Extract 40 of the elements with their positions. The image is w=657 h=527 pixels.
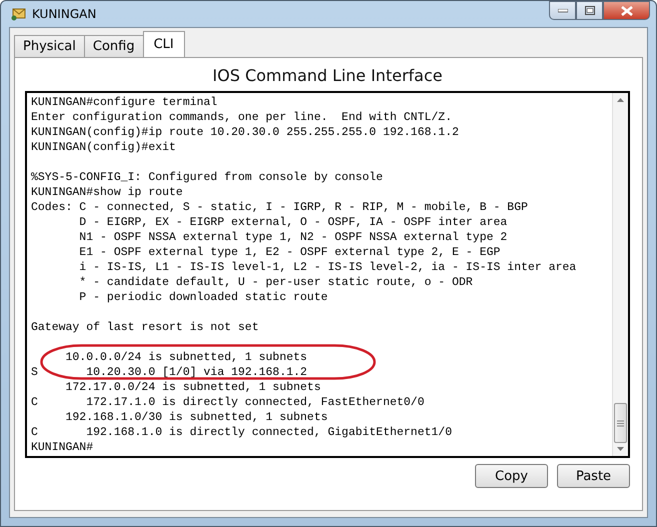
panel-heading: IOS Command Line Interface: [212, 65, 444, 87]
action-button[interactable]: Paste: [557, 464, 630, 488]
window-title: KUNINGAN: [32, 7, 96, 21]
terminal-line: 10.0.0.0/24 is subnetted, 1 subnets: [64, 350, 308, 365]
terminal-line: KUNINGAN#configure terminal: [31, 95, 218, 110]
terminal-line: %SYS-5-CONFIG_I: Configured from console by console: [31, 170, 384, 185]
action-button[interactable]: Copy: [475, 464, 548, 488]
terminal-line: N1 - OSPF NSSA external type 1, N2 - OSPF NSSA external type 2: [78, 230, 508, 245]
terminal-line: i - IS-IS, L1 - IS-IS level-1, L2 - IS-IS level-2, ia - IS-IS inter area: [78, 260, 578, 275]
terminal-line: KUNINGAN#show ip route: [31, 185, 184, 200]
scrollbar-thumb[interactable]: [614, 403, 627, 443]
terminal-line: P - periodic downloaded static route: [78, 290, 329, 305]
close-button[interactable]: [603, 1, 650, 20]
scroll-up-icon: [617, 98, 624, 102]
grip-icon: [617, 420, 624, 426]
terminal-line: Enter configuration commands, one per line. End with CNTL/Z.: [31, 110, 453, 125]
terminal-line: 192.168.1.0/30 is subnetted, 1 subnets: [64, 410, 329, 425]
minimize-icon: [558, 8, 568, 12]
terminal-line: 172.17.0.0/24 is subnetted, 1 subnets: [64, 380, 322, 395]
terminal-line: Gateway of last resort is not set: [31, 320, 260, 335]
minimize-button[interactable]: [549, 1, 576, 20]
maximize-icon: [584, 6, 594, 15]
envelope-icon: [11, 7, 27, 21]
maximize-button[interactable]: [576, 1, 603, 20]
scroll-down-icon: [617, 447, 624, 451]
terminal-line: E1 - OSPF external type 1, E2 - OSPF external type 2, E - EGP: [78, 245, 502, 260]
tab[interactable]: Physical: [14, 35, 85, 57]
terminal-line: C 192.168.1.0 is directly connected, GigabitEthernet1/0: [31, 425, 453, 440]
tab[interactable]: Config: [84, 35, 144, 57]
terminal-line: Codes: C - connected, S - static, I - IGRP, R - RIP, M - mobile, B - BGP: [31, 200, 529, 215]
tab[interactable]: CLI: [142, 31, 185, 57]
terminal-line: KUNINGAN(config)#exit: [31, 140, 177, 155]
terminal-line: D - EIGRP, EX - EIGRP external, O - OSPF, IA - OSPF inter area: [78, 215, 508, 230]
terminal-line: KUNINGAN#: [31, 440, 94, 455]
terminal-line: KUNINGAN(config)#ip route 10.20.30.0 255.255.255.0 192.168.1.2: [31, 125, 460, 140]
terminal-line: S 10.20.30.0 [1/0] via 192.168.1.2: [31, 365, 308, 380]
close-icon: [620, 6, 632, 16]
scrollbar[interactable]: [612, 93, 628, 456]
terminal-line: * - candidate default, U - per-user static route, o - ODR: [78, 275, 474, 290]
terminal-line: C 172.17.1.0 is directly connected, FastEthernet0/0: [31, 395, 426, 410]
